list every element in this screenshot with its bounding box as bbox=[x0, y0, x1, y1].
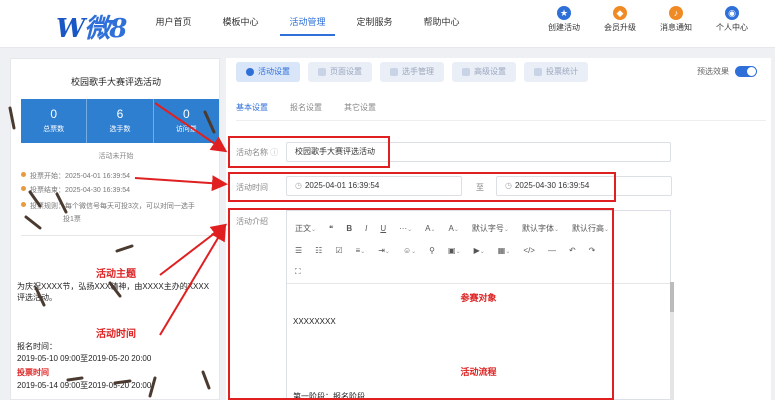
annotation-arrows bbox=[8, 102, 228, 398]
